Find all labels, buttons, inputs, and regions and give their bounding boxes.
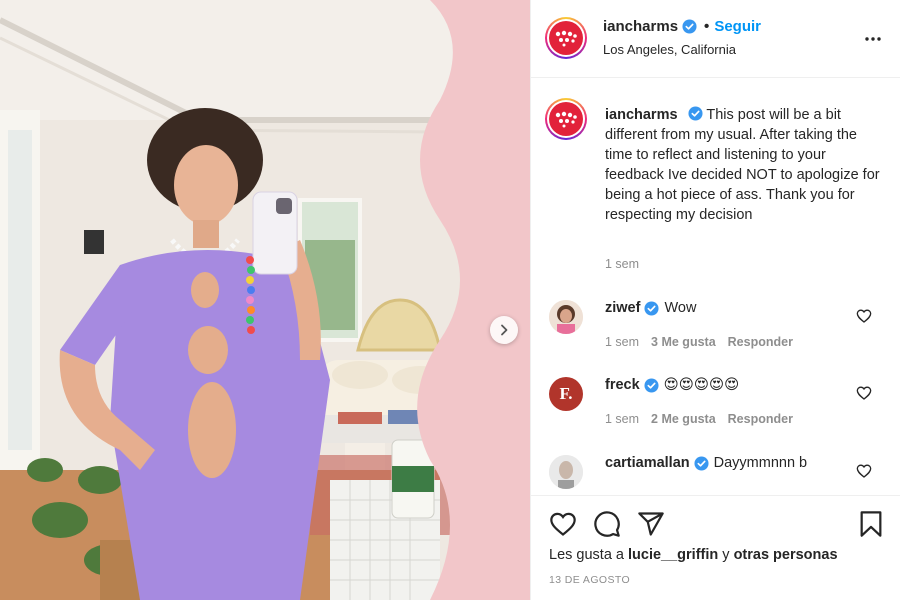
commenter-avatar[interactable]: F. (549, 377, 583, 411)
comment-text: Wow (664, 300, 697, 316)
others-link[interactable]: otras personas (734, 547, 838, 563)
comment-username[interactable]: ziwef (605, 300, 640, 316)
mirror-selfie-image (0, 0, 530, 600)
separator-dot: • (704, 18, 710, 35)
follow-button[interactable]: Seguir (714, 18, 761, 35)
verified-icon (644, 377, 659, 393)
comment-item: F. freck 😍😍😍😍😍 1 sem 2 Me gusta Responde… (531, 377, 900, 433)
verified-icon (694, 455, 709, 471)
comment-text: Dayymmnnn b (713, 455, 808, 471)
post-header: iancharms • Seguir Los Angeles, Californ… (531, 0, 900, 78)
comment-username[interactable]: freck (605, 377, 640, 393)
comment-time[interactable]: 1 sem (605, 412, 639, 426)
brand-logo-icon (555, 30, 577, 47)
avatar-letter: F. (559, 384, 573, 403)
post-side-panel: iancharms • Seguir Los Angeles, Californ… (530, 0, 900, 600)
avatar-photo (549, 300, 583, 334)
reply-button[interactable]: Responder (728, 335, 793, 349)
caption-timestamp[interactable]: 1 sem (605, 257, 639, 271)
reply-button[interactable]: Responder (728, 412, 793, 426)
share-icon[interactable] (637, 510, 665, 538)
verified-icon (644, 300, 659, 316)
likes-prefix: Les gusta a (549, 547, 628, 563)
heart-icon[interactable] (856, 308, 872, 324)
liker-username[interactable]: lucie__griffin (628, 547, 718, 563)
post-actions: Les gusta a lucie__griffin y otras perso… (531, 495, 900, 600)
comment-item: ziwef Wow 1 sem 3 Me gusta Responder (531, 300, 900, 356)
bookmark-icon[interactable] (857, 510, 885, 538)
heart-icon[interactable] (856, 385, 872, 401)
comment-likes[interactable]: 2 Me gusta (651, 412, 716, 426)
comment-username[interactable]: cartiamallan (605, 455, 690, 471)
avatar-photo (549, 455, 583, 489)
author-avatar[interactable] (545, 17, 587, 59)
commenter-avatar[interactable] (549, 455, 583, 489)
chevron-right-icon (501, 324, 508, 336)
comment-text: 😍😍😍😍😍 (663, 377, 740, 393)
author-username[interactable]: iancharms (603, 18, 678, 35)
post-photo[interactable] (0, 0, 530, 600)
likes-middle: y (718, 547, 734, 563)
comment-likes[interactable]: 3 Me gusta (651, 335, 716, 349)
more-icon[interactable] (864, 30, 882, 48)
post-date[interactable]: 13 DE AGOSTO (549, 574, 630, 586)
likes-summary: Les gusta a lucie__griffin y otras perso… (549, 547, 838, 563)
caption-username[interactable]: iancharms (605, 107, 678, 123)
verified-icon (688, 106, 703, 121)
caption-author-avatar[interactable] (545, 98, 587, 140)
heart-icon[interactable] (856, 463, 872, 479)
caption-body: This post will be a bit different from m… (605, 107, 880, 223)
verified-icon (682, 19, 697, 34)
heart-icon[interactable] (549, 510, 577, 538)
next-photo-button[interactable] (490, 316, 518, 344)
commenter-avatar[interactable] (549, 300, 583, 334)
comment-time[interactable]: 1 sem (605, 335, 639, 349)
brand-logo-icon (555, 111, 577, 128)
post-location[interactable]: Los Angeles, California (603, 42, 761, 57)
comment-icon[interactable] (593, 510, 621, 538)
